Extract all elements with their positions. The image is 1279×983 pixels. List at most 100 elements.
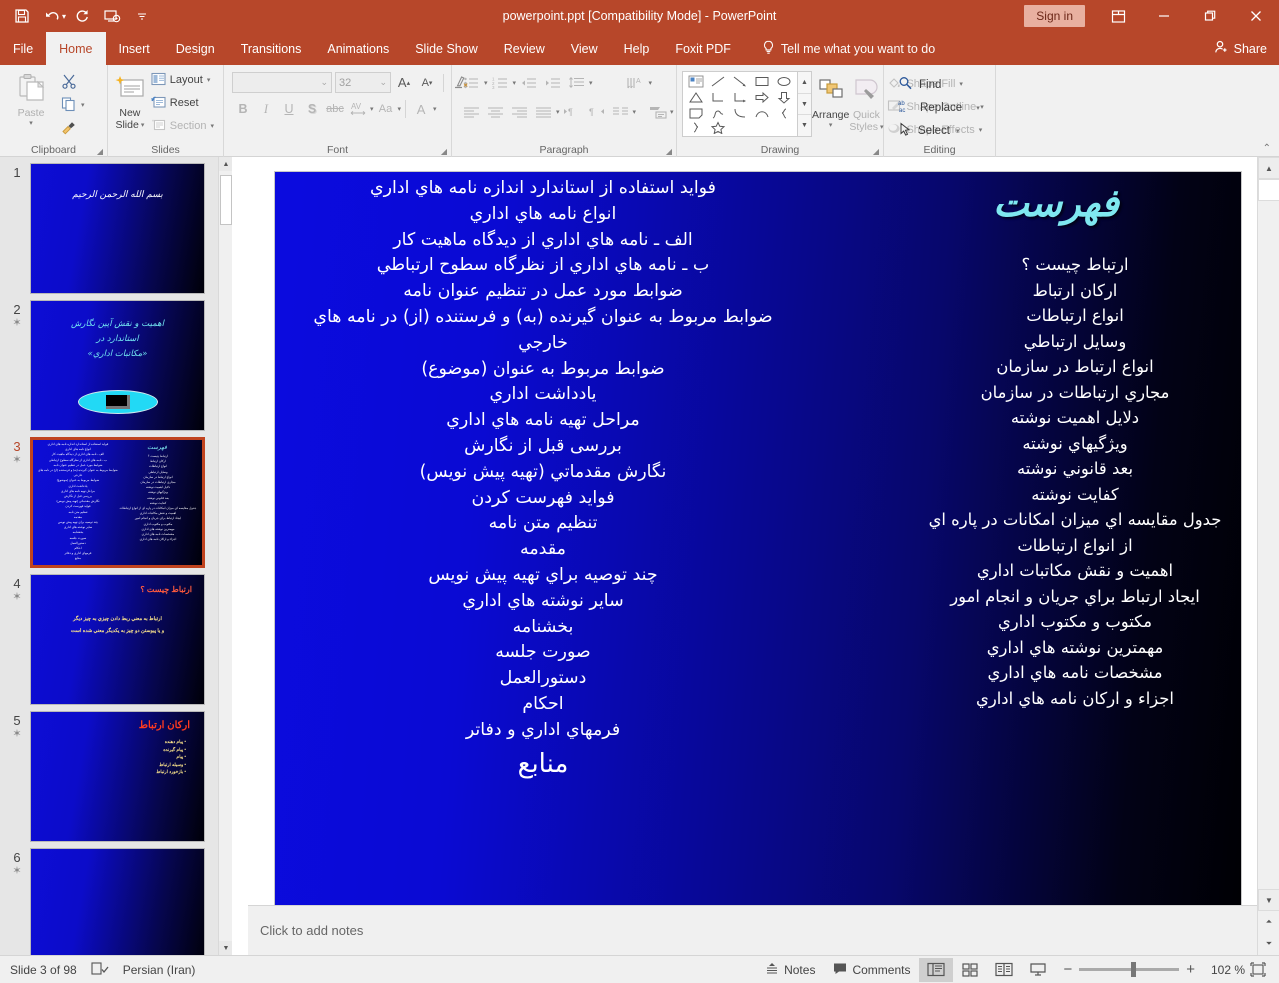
shape-folded-corner-icon[interactable] xyxy=(685,105,707,121)
thumbnail-row-4[interactable]: 4 ✶ ارتباط چيست ؟ ارتباط به معني ربط داد… xyxy=(0,568,232,705)
line-spacing-caret[interactable]: ▾ xyxy=(589,79,593,87)
decrease-font-size-icon[interactable]: A ▾ xyxy=(417,72,437,93)
slide-title[interactable]: فهرست xyxy=(891,180,1221,225)
thumb-scroll-thumb[interactable] xyxy=(220,175,232,225)
scroll-up-icon[interactable]: ▲ xyxy=(1258,157,1279,179)
line-spacing-button[interactable] xyxy=(565,72,588,94)
slide-thumbnail-1[interactable]: بسم الله الرحمن الرحيم xyxy=(30,163,205,294)
tab-animations[interactable]: Animations xyxy=(314,32,402,65)
zoom-knob[interactable] xyxy=(1131,962,1137,977)
tab-slide-show[interactable]: Slide Show xyxy=(402,32,491,65)
section-dropdown-caret[interactable]: ▾ xyxy=(210,122,214,130)
numbering-button[interactable]: 123 xyxy=(489,72,512,94)
bullets-button[interactable] xyxy=(460,72,483,94)
collapse-ribbon-icon[interactable]: ⌃ xyxy=(1263,143,1271,154)
ribbon-display-options-icon[interactable] xyxy=(1095,0,1141,32)
numbering-caret[interactable]: ▾ xyxy=(513,79,517,87)
paste-dropdown-caret[interactable]: ▾ xyxy=(29,119,33,127)
shape-arrow-icon[interactable] xyxy=(729,74,751,90)
thumbnail-row-1[interactable]: 1 بسم الله الرحمن الرحيم xyxy=(0,157,232,294)
shape-right-arrow-icon[interactable] xyxy=(751,90,773,106)
font-name-combo[interactable]: ⌄ xyxy=(232,72,332,93)
slide-thumbnail-6[interactable] xyxy=(30,848,205,955)
tab-help[interactable]: Help xyxy=(611,32,663,65)
font-size-caret[interactable]: ⌄ xyxy=(379,77,387,88)
shape-star-icon[interactable] xyxy=(707,121,729,134)
shape-oval-icon[interactable] xyxy=(773,74,795,90)
undo-dropdown-caret[interactable]: ▾ xyxy=(62,12,66,21)
slide-left-column[interactable]: فوايد استفاده از استاندارد اندازه نامه ه… xyxy=(293,176,793,784)
layout-button[interactable]: Layout ▾ xyxy=(147,69,218,91)
copy-dropdown-caret[interactable]: ▾ xyxy=(81,101,85,109)
replace-button[interactable]: ab ac Replace ▾ xyxy=(894,96,980,119)
notes-pane[interactable]: Click to add notes xyxy=(248,905,1257,955)
rtl-direction-button[interactable]: ¶ xyxy=(585,101,608,123)
shape-scribble-icon[interactable] xyxy=(707,105,729,121)
strikethrough-button[interactable]: abc xyxy=(324,98,346,120)
language-indicator[interactable]: Persian (Iran) xyxy=(123,963,196,977)
spell-check-icon[interactable] xyxy=(91,961,109,979)
thumbnail-scrollbar[interactable]: ▲ ▼ xyxy=(218,157,232,955)
gallery-scroll-down-icon[interactable]: ▼ xyxy=(798,94,811,116)
select-button[interactable]: Select ▾ xyxy=(894,119,959,142)
italic-button[interactable]: I xyxy=(255,98,277,120)
align-center-button[interactable] xyxy=(484,101,507,123)
slide-show-button[interactable] xyxy=(1021,958,1055,982)
shape-gallery-scroll[interactable]: ▲ ▼ ▼ xyxy=(798,71,812,137)
font-color-button[interactable]: A xyxy=(410,98,432,120)
thumbnail-row-3[interactable]: 3 ✶ فهرست ارتباط چيست ؟ اركان ارتباط انواع… xyxy=(0,431,232,568)
font-size-combo[interactable]: 32 ⌄ xyxy=(335,72,391,93)
start-slideshow-icon[interactable] xyxy=(98,3,126,29)
cut-button[interactable] xyxy=(57,71,89,93)
convert-to-smartart-button[interactable] xyxy=(646,101,669,123)
redo-icon[interactable] xyxy=(68,3,96,29)
notes-button[interactable]: Notes xyxy=(756,956,824,983)
reset-button[interactable]: Reset xyxy=(147,92,218,114)
align-left-button[interactable] xyxy=(460,101,483,123)
arrange-button[interactable]: Arrange ▾ xyxy=(812,71,849,129)
slide-sorter-view-button[interactable] xyxy=(953,958,987,982)
minimize-button[interactable] xyxy=(1141,0,1187,32)
select-caret[interactable]: ▾ xyxy=(956,127,960,135)
text-direction-caret[interactable]: ▾ xyxy=(649,79,653,87)
slide-thumbnail-3[interactable]: فهرست ارتباط چيست ؟ اركان ارتباط انواع ارت… xyxy=(30,437,205,568)
tab-file[interactable]: File xyxy=(0,32,46,65)
shape-gallery[interactable]: ▲ ▼ ▼ xyxy=(682,71,812,137)
bold-button[interactable]: B xyxy=(232,98,254,120)
tell-me-box[interactable]: Tell me what you want to do xyxy=(744,32,935,65)
close-button[interactable] xyxy=(1233,0,1279,32)
previous-slide-icon[interactable]: ⏶ xyxy=(1258,911,1279,933)
shape-arc-icon[interactable] xyxy=(751,105,773,121)
bullets-caret[interactable]: ▾ xyxy=(484,79,488,87)
shape-brace-right-icon[interactable] xyxy=(685,121,707,134)
tab-view[interactable]: View xyxy=(558,32,611,65)
paste-button[interactable]: Paste ▾ xyxy=(5,69,57,127)
font-dialog-launcher[interactable]: ◢ xyxy=(441,147,447,156)
decrease-indent-button[interactable] xyxy=(517,72,540,94)
tab-design[interactable]: Design xyxy=(163,32,228,65)
comments-button[interactable]: Comments xyxy=(824,956,919,983)
gallery-more-icon[interactable]: ▼ xyxy=(798,115,811,136)
underline-button[interactable]: U xyxy=(278,98,300,120)
text-shadow-button[interactable]: S xyxy=(301,98,323,120)
font-color-caret[interactable]: ▾ xyxy=(433,105,437,113)
save-icon[interactable] xyxy=(8,3,36,29)
slide-thumbnail-5[interactable]: اركان ارتباط • پيام دهنده • پيام گيرنده • … xyxy=(30,711,205,842)
new-slide-dropdown-caret[interactable]: ▾ xyxy=(141,121,145,129)
thumbnail-row-2[interactable]: 2 ✶ اهميت و نقش آيين نگارش استاندارد در … xyxy=(0,294,232,431)
tab-home[interactable]: Home xyxy=(46,32,106,65)
fit-slide-to-window-icon[interactable] xyxy=(1245,962,1271,977)
shape-brace-left-icon[interactable] xyxy=(773,105,795,121)
justify-button[interactable] xyxy=(532,101,555,123)
slide-counter[interactable]: Slide 3 of 98 xyxy=(10,963,77,977)
slide-right-column[interactable]: ارتباط چيست ؟ اركان ارتباط انواع ارتباطات و… xyxy=(921,252,1229,711)
smartart-caret[interactable]: ▾ xyxy=(670,108,674,116)
ltr-direction-button[interactable]: ¶ xyxy=(561,101,584,123)
current-slide[interactable]: فهرست ارتباط چيست ؟ اركان ارتباط انواع ارت… xyxy=(274,171,1242,906)
zoom-slider[interactable]: − + xyxy=(1055,961,1203,978)
shape-curve-icon[interactable] xyxy=(729,105,751,121)
shape-line-icon[interactable] xyxy=(707,74,729,90)
thumbnail-row-5[interactable]: 5 ✶ اركان ارتباط • پيام دهنده • پيام گيرن… xyxy=(0,705,232,842)
share-label[interactable]: Share xyxy=(1234,42,1267,56)
font-name-caret[interactable]: ⌄ xyxy=(320,77,328,88)
